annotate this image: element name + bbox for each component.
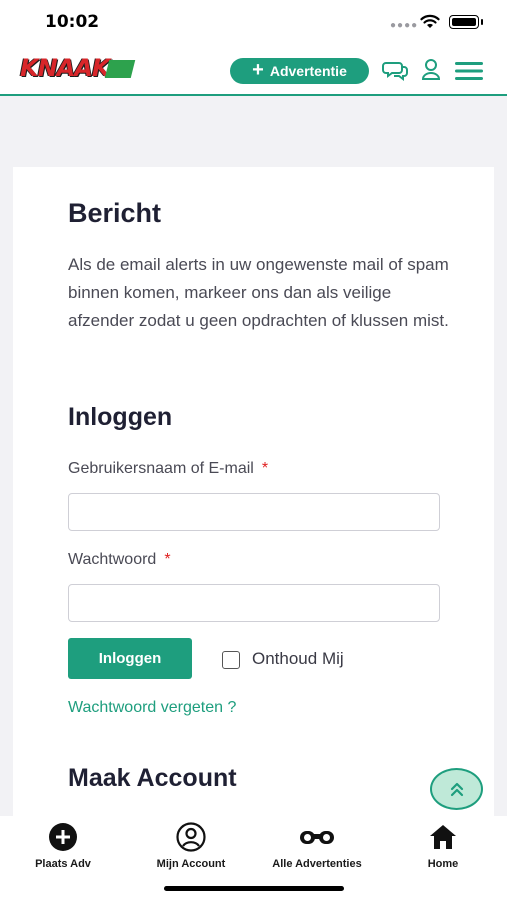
message-title: Bericht: [68, 198, 162, 228]
required-marker: *: [164, 551, 171, 568]
home-indicator: [164, 886, 344, 891]
scroll-to-top-button[interactable]: [430, 768, 483, 810]
nav-item-mijn-account[interactable]: Mijn Account: [150, 822, 232, 870]
plus-icon: +: [252, 59, 264, 81]
battery-icon: [449, 15, 479, 29]
login-button[interactable]: Inloggen: [68, 638, 192, 679]
password-label: Wachtwoord *: [68, 551, 171, 569]
app-logo[interactable]: KNAAK: [20, 54, 136, 82]
nav-label: Alle Advertenties: [272, 858, 362, 870]
wifi-icon: [420, 14, 440, 28]
battery-tip: [481, 19, 483, 25]
add-advertisement-button[interactable]: + Advertentie: [230, 58, 369, 84]
register-title: Maak Account: [68, 764, 237, 792]
nav-item-plaats-adv[interactable]: Plaats Adv: [32, 822, 94, 870]
status-time: 10:02: [45, 12, 100, 32]
message-text: Als de email alerts in uw ongewenste mai…: [68, 255, 449, 330]
double-chevron-up-icon: [450, 782, 463, 797]
nav-label: Mijn Account: [156, 858, 226, 870]
login-title: Inloggen: [68, 403, 173, 431]
plus-circle-icon: [49, 823, 77, 851]
nav-item-home[interactable]: Home: [418, 822, 468, 870]
required-marker: *: [261, 460, 269, 477]
username-label-text: Gebruikersnaam of E-mail: [68, 460, 254, 477]
status-bar: 10:02 ●●●●: [0, 0, 507, 46]
user-circle-icon: [176, 822, 206, 852]
add-advertisement-label: Advertentie: [269, 63, 347, 79]
password-input[interactable]: [68, 584, 440, 622]
binoculars-icon: [300, 831, 334, 844]
user-icon[interactable]: [421, 58, 441, 82]
username-label: Gebruikersnaam of E-mail *: [68, 460, 268, 478]
logo-flag-icon: [105, 60, 136, 78]
password-label-text: Wachtwoord: [68, 551, 157, 568]
home-icon: [430, 825, 456, 849]
content-card: Bericht Als de email alerts in uw ongewe…: [13, 167, 494, 827]
nav-label: Plaats Adv: [35, 858, 91, 870]
menu-icon[interactable]: [455, 61, 483, 81]
bottom-navigation: Plaats Adv Mijn Account Alle Advertentie…: [0, 816, 507, 900]
remember-me-label[interactable]: Onthoud Mij: [252, 649, 344, 669]
username-input[interactable]: [68, 493, 440, 531]
signal-icon: ●●●●: [390, 20, 419, 31]
nav-label: Home: [427, 858, 459, 870]
logo-text: KNAAK: [20, 54, 110, 82]
remember-me-checkbox[interactable]: [222, 651, 240, 669]
nav-item-alle-advertenties[interactable]: Alle Advertenties: [263, 822, 371, 870]
chat-icon[interactable]: [382, 58, 408, 82]
forgot-password-link[interactable]: Wachtwoord vergeten ?: [68, 699, 236, 717]
app-header: KNAAK + Advertentie: [0, 46, 507, 96]
